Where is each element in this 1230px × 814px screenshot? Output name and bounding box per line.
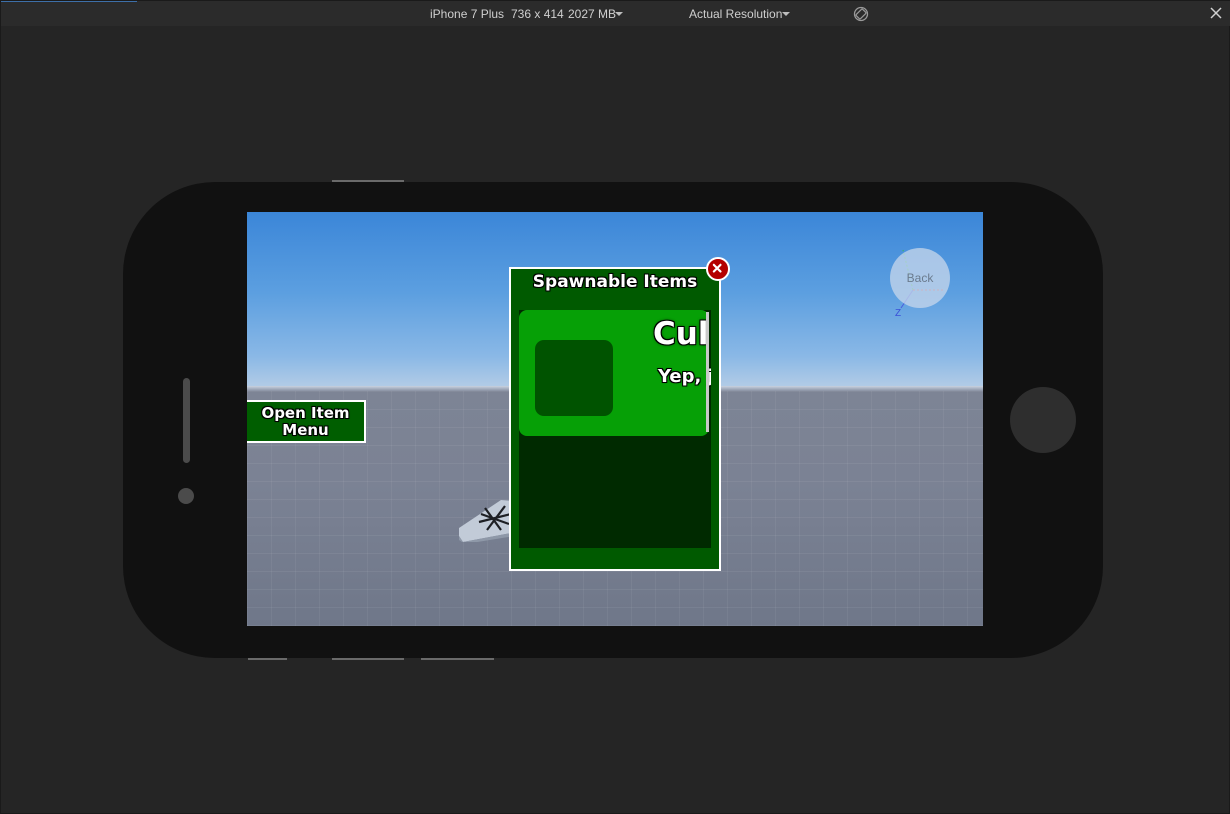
item-card[interactable]: Cul Yep, ju normal <box>519 310 711 436</box>
studio-device-emulator: iPhone 7 Plus 736 x 414 2027 MB Actual R… <box>0 0 1230 814</box>
list-scrollbar[interactable] <box>706 312 709 432</box>
emulator-toolbar: iPhone 7 Plus 736 x 414 2027 MB Actual R… <box>1 1 1230 26</box>
memory-selector[interactable]: 2027 MB <box>568 7 616 21</box>
item-name: Cul <box>653 316 709 352</box>
camera-view-cube[interactable]: Back <box>890 248 950 308</box>
phone-camera-dot <box>178 488 194 504</box>
axis-z-label: Z <box>895 308 901 318</box>
active-tab-indicator <box>1 1 137 2</box>
item-description: Yep, ju normal <box>658 366 711 387</box>
close-panel-icon[interactable] <box>706 257 730 281</box>
phone-button-bottom-1 <box>248 658 287 660</box>
scale-selector[interactable]: Actual Resolution <box>689 7 782 21</box>
phone-button-bottom-3 <box>421 658 494 660</box>
item-thumbnail <box>535 340 613 416</box>
phone-speaker-slot <box>183 378 190 463</box>
memory-chevron-down-icon[interactable] <box>615 12 623 16</box>
scale-chevron-down-icon[interactable] <box>782 12 790 16</box>
resolution-readout: 736 x 414 <box>511 7 564 21</box>
panel-title: Spawnable Items <box>532 272 698 292</box>
phone-button-bottom-2 <box>332 658 404 660</box>
open-item-menu-button[interactable]: Open Item Menu <box>247 400 366 443</box>
rotate-device-icon[interactable] <box>853 6 869 22</box>
spawnable-items-panel: Spawnable Items Cul Yep, ju normal <box>509 257 730 571</box>
phone-home-button <box>1010 387 1076 453</box>
device-selector[interactable]: iPhone 7 Plus <box>430 7 504 21</box>
camera-back-label: Back <box>906 271 934 285</box>
items-scroll-list[interactable]: Cul Yep, ju normal <box>519 310 711 548</box>
open-item-menu-label: Open Item Menu <box>261 403 350 439</box>
game-viewport[interactable]: Open Item Menu Z Back Spawnable Items Cu… <box>247 212 983 626</box>
close-icon[interactable] <box>1208 5 1224 21</box>
